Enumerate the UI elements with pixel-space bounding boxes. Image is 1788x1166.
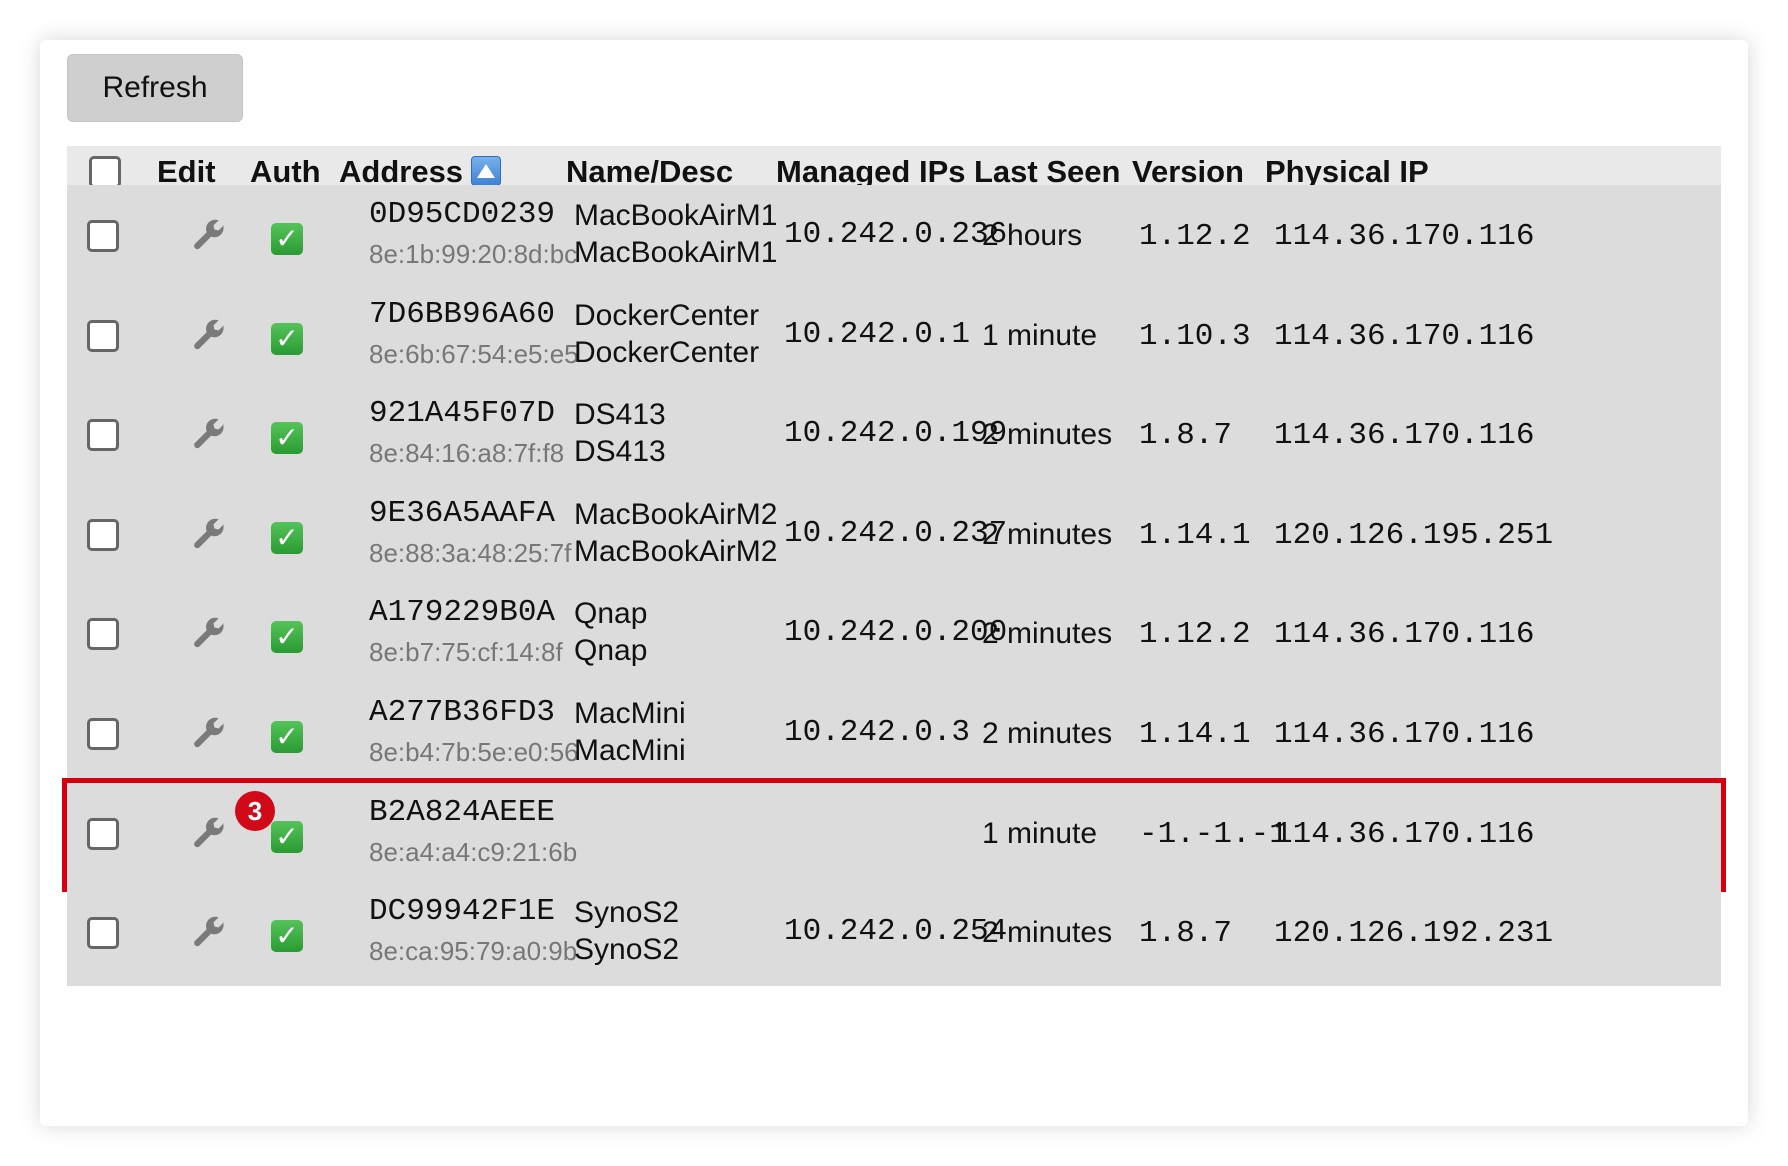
- row-physical-ip: 114.36.170.116: [1274, 617, 1535, 652]
- row-checkbox[interactable]: [87, 818, 119, 850]
- row-checkbox[interactable]: [87, 917, 119, 949]
- check-icon[interactable]: ✓: [271, 522, 303, 554]
- check-icon[interactable]: ✓: [271, 422, 303, 454]
- row-address: A179229B0A: [369, 595, 556, 630]
- row-mac: 8e:b7:75:cf:14:8f: [369, 637, 563, 667]
- row-name: Qnap: [574, 597, 648, 630]
- row-mac: 8e:88:3a:48:25:7f: [369, 538, 572, 568]
- row-last-seen: 2 hours: [982, 219, 1083, 252]
- row-last-seen: 2 minutes: [982, 717, 1113, 750]
- check-icon[interactable]: ✓: [271, 821, 303, 853]
- row-physical-ip: 114.36.170.116: [1274, 418, 1535, 453]
- table-row: ✓ A179229B0A 8e:b7:75:cf:14:8f Qnap Qnap 10.2…: [67, 583, 1721, 687]
- wrench-icon[interactable]: [191, 317, 229, 355]
- row-physical-ip: 114.36.170.116: [1274, 219, 1535, 254]
- wrench-icon[interactable]: [191, 516, 229, 554]
- row-managed-ip: 10.242.0.199: [784, 416, 1008, 451]
- row-desc: MacMini: [574, 734, 686, 767]
- row-physical-ip: 120.126.192.231: [1274, 916, 1554, 951]
- row-version: 1.10.3: [1139, 319, 1251, 354]
- row-desc: Qnap: [574, 634, 648, 667]
- wrench-icon[interactable]: [191, 715, 229, 753]
- row-desc: DS413: [574, 435, 666, 468]
- row-physical-ip: 114.36.170.116: [1274, 319, 1535, 354]
- row-address: 0D95CD0239: [369, 197, 556, 232]
- row-mac: 8e:6b:67:54:e5:e5: [369, 339, 579, 369]
- table-row: ✓ A277B36FD3 8e:b4:7b:5e:e0:56 MacMini MacMi…: [67, 683, 1721, 787]
- row-name: DS413: [574, 398, 666, 431]
- table-row: ✓ 7D6BB96A60 8e:6b:67:54:e5:e5 DockerCenter…: [67, 285, 1721, 389]
- row-desc: MacBookAirM1: [574, 236, 778, 269]
- table-row: 3 ✓ B2A824AEEE 8e:a4:a4:c9:21:6b 1 minute -1.…: [62, 778, 1726, 892]
- row-checkbox[interactable]: [87, 320, 119, 352]
- row-desc: DockerCenter: [574, 336, 760, 369]
- row-version: 1.8.7: [1139, 418, 1233, 453]
- refresh-button[interactable]: Refresh: [67, 54, 243, 122]
- row-last-seen: 1 minute: [982, 319, 1098, 352]
- header-address-label: Address: [339, 154, 464, 189]
- row-name: MacBookAirM1: [574, 199, 778, 232]
- wrench-icon[interactable]: [191, 217, 229, 255]
- row-address: DC99942F1E: [369, 894, 556, 929]
- row-managed-ip: 10.242.0.3: [784, 715, 971, 750]
- row-last-seen: 2 minutes: [982, 518, 1113, 551]
- row-address: 921A45F07D: [369, 396, 556, 431]
- table-row: ✓ DC99942F1E 8e:ca:95:79:a0:9b SynoS2 SynoS2…: [67, 882, 1721, 986]
- row-version: 1.14.1: [1139, 717, 1251, 752]
- row-checkbox[interactable]: [87, 220, 119, 252]
- row-last-seen: 2 minutes: [982, 617, 1113, 650]
- row-name: SynoS2: [574, 896, 680, 929]
- row-desc: MacBookAirM2: [574, 535, 778, 568]
- row-mac: 8e:a4:a4:c9:21:6b: [369, 837, 578, 867]
- row-address: 9E36A5AAFA: [369, 496, 556, 531]
- row-version: 1.8.7: [1139, 916, 1233, 951]
- row-name: DockerCenter: [574, 299, 760, 332]
- row-checkbox[interactable]: [87, 718, 119, 750]
- row-checkbox[interactable]: [87, 618, 119, 650]
- check-icon[interactable]: ✓: [271, 721, 303, 753]
- row-version: 1.14.1: [1139, 518, 1251, 553]
- wrench-icon[interactable]: [191, 416, 229, 454]
- row-address: B2A824AEEE: [369, 795, 556, 830]
- row-physical-ip: 114.36.170.116: [1274, 717, 1535, 752]
- row-name: MacMini: [574, 697, 686, 730]
- row-managed-ip: 10.242.0.200: [784, 615, 1008, 650]
- row-managed-ip: 10.242.0.236: [784, 217, 1008, 252]
- members-panel: Refresh Edit Auth Address Name/Desc Mana…: [40, 40, 1748, 1126]
- wrench-icon[interactable]: [191, 615, 229, 653]
- row-version: -1.-1.-1: [1139, 817, 1288, 852]
- row-version: 1.12.2: [1139, 219, 1251, 254]
- check-icon[interactable]: ✓: [271, 920, 303, 952]
- row-name: MacBookAirM2: [574, 498, 778, 531]
- row-physical-ip: 114.36.170.116: [1274, 817, 1535, 852]
- row-mac: 8e:ca:95:79:a0:9b: [369, 936, 578, 966]
- check-icon[interactable]: ✓: [271, 621, 303, 653]
- row-desc: SynoS2: [574, 933, 680, 966]
- row-physical-ip: 120.126.195.251: [1274, 518, 1554, 553]
- row-address: 7D6BB96A60: [369, 297, 556, 332]
- row-version: 1.12.2: [1139, 617, 1251, 652]
- table-row: ✓ 0D95CD0239 8e:1b:99:20:8d:bc MacBookAirM1…: [67, 185, 1721, 289]
- table-row: ✓ 9E36A5AAFA 8e:88:3a:48:25:7f MacBookAirM2…: [67, 484, 1721, 588]
- row-checkbox[interactable]: [87, 419, 119, 451]
- row-mac: 8e:84:16:a8:7f:f8: [369, 438, 565, 468]
- row-last-seen: 2 minutes: [982, 916, 1113, 949]
- wrench-icon[interactable]: [191, 914, 229, 952]
- row-address: A277B36FD3: [369, 695, 556, 730]
- check-icon[interactable]: ✓: [271, 223, 303, 255]
- sort-ascending-icon[interactable]: [471, 155, 502, 186]
- row-checkbox[interactable]: [87, 519, 119, 551]
- wrench-icon[interactable]: [191, 815, 229, 853]
- select-all-checkbox[interactable]: [89, 156, 121, 188]
- row-mac: 8e:1b:99:20:8d:bc: [369, 239, 578, 269]
- row-managed-ip: 10.242.0.1: [784, 317, 971, 352]
- row-managed-ip: 10.242.0.254: [784, 914, 1008, 949]
- notification-badge: 3: [235, 791, 275, 831]
- table-row: ✓ 921A45F07D 8e:84:16:a8:7f:f8 DS413 DS413 10…: [67, 384, 1721, 488]
- row-last-seen: 1 minute: [982, 817, 1098, 850]
- row-managed-ip: 10.242.0.237: [784, 516, 1008, 551]
- row-last-seen: 2 minutes: [982, 418, 1113, 451]
- row-mac: 8e:b4:7b:5e:e0:56: [369, 737, 579, 767]
- check-icon[interactable]: ✓: [271, 323, 303, 355]
